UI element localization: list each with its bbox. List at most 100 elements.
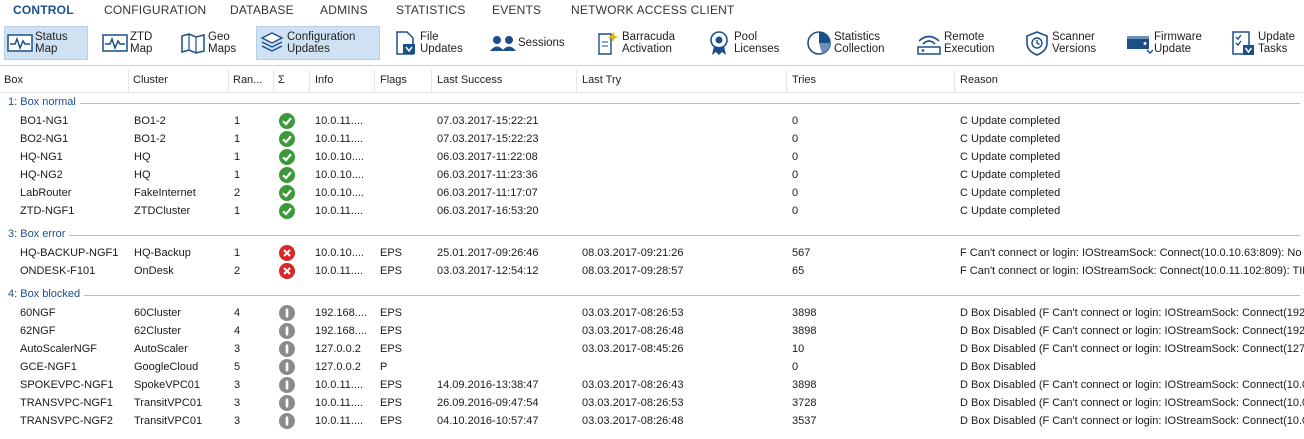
cell-cluster: BO1-2 — [134, 133, 166, 145]
ztd-map-button[interactable]: ZTD Map — [100, 26, 170, 60]
column-header-info[interactable]: Info — [315, 74, 371, 86]
check-circle-icon — [279, 185, 295, 201]
cell-last-success: 14.09.2016-13:38:47 — [437, 379, 539, 391]
cell-info: 10.0.11.... — [315, 205, 364, 217]
nav-network-access-client[interactable]: NETWORK ACCESS CLIENT — [571, 3, 735, 17]
cell-cluster: SpokeVPC01 — [134, 379, 201, 391]
geo-maps-button[interactable]: Geo Maps — [178, 26, 248, 60]
geo-maps-icon — [178, 29, 208, 57]
remote-execution-icon — [914, 29, 944, 57]
cell-tries: 0 — [792, 205, 799, 217]
table-row[interactable]: ONDESK-F101 OnDesk 2 10.0.11.... EPS 03.03.20… — [0, 262, 1304, 280]
cell-info: 127.0.0.2 — [315, 361, 361, 373]
table-row[interactable]: 62NGF 62Cluster 4 192.168.... EPS 03.03.2017-… — [0, 322, 1304, 340]
cell-last-success: 03.03.2017-12:54:12 — [437, 265, 539, 277]
cell-rank: 1 — [234, 151, 241, 163]
cell-box: SPOKEVPC-NGF1 — [20, 379, 114, 391]
cell-tries: 3537 — [792, 415, 817, 427]
table-row[interactable]: HQ-BACKUP-NGF1 HQ-Backup 1 10.0.10.... EPS 25… — [0, 244, 1304, 262]
column-header-status[interactable]: Σ — [278, 74, 304, 86]
column-header-last-success[interactable]: Last Success — [437, 74, 572, 86]
group-label: 3: Box error — [8, 228, 70, 240]
nav-database[interactable]: DATABASE — [230, 3, 294, 17]
nav-configuration[interactable]: CONFIGURATION — [104, 3, 206, 17]
group-header[interactable]: 3: Box error — [0, 226, 1304, 244]
cell-tries: 3898 — [792, 307, 817, 319]
cell-tries: 0 — [792, 133, 799, 145]
sessions-button[interactable]: Sessions — [488, 26, 572, 60]
cell-info: 10.0.10.... — [315, 187, 364, 199]
statistics-collection-button[interactable]: Statistics Collection — [804, 26, 896, 60]
nav-admins[interactable]: ADMINS — [320, 3, 368, 17]
table-row[interactable]: BO2-NG1 BO1-2 1 10.0.11.... 07.03.2017-15:22… — [0, 130, 1304, 148]
update-tasks-button[interactable]: Update Tasks — [1228, 26, 1302, 60]
cell-last-success: 26.09.2016-09:47:54 — [437, 397, 539, 409]
table-row[interactable]: TRANSVPC-NGF1 TransitVPC01 3 10.0.11.... EPS… — [0, 394, 1304, 412]
table-header: Box Cluster Ran... Σ Info Flags Last Suc… — [0, 70, 1304, 93]
cell-last-try: 03.03.2017-08:26:48 — [582, 415, 684, 427]
check-circle-icon — [279, 149, 295, 165]
table-row[interactable]: HQ-NG1 HQ 1 10.0.10.... 06.03.2017-11:22:08 0… — [0, 148, 1304, 166]
group-header[interactable]: 4: Box blocked — [0, 286, 1304, 304]
configuration-updates-button[interactable]: Configuration Updates — [256, 26, 380, 60]
cell-reason: C Update completed — [960, 115, 1061, 127]
table-row[interactable]: HQ-NG2 HQ 1 10.0.10.... 06.03.2017-11:23:36 0… — [0, 166, 1304, 184]
cell-box: GCE-NGF1 — [20, 361, 77, 373]
table-row[interactable]: ZTD-NGF1 ZTDCluster 1 10.0.11.... 06.03.2017… — [0, 202, 1304, 220]
firmware-update-button[interactable]: Firmware Update — [1124, 26, 1214, 60]
column-header-last-try[interactable]: Last Try — [582, 74, 782, 86]
column-header-rank[interactable]: Ran... — [233, 74, 271, 86]
cell-cluster: ZTDCluster — [134, 205, 191, 217]
table-row[interactable]: LabRouter FakeInternet 2 10.0.10.... 06.03.2… — [0, 184, 1304, 202]
cell-cluster: BO1-2 — [134, 115, 166, 127]
column-header-box[interactable]: Box — [4, 74, 124, 86]
blocked-icon — [279, 359, 295, 375]
nav-control[interactable]: CONTROL — [13, 3, 74, 17]
cell-reason: D Box Disabled (F Can't connect or login… — [960, 343, 1304, 355]
nav-events[interactable]: EVENTS — [492, 3, 541, 17]
column-header-flags[interactable]: Flags — [380, 74, 426, 86]
cell-tries: 0 — [792, 361, 799, 373]
top-navigation: CONTROL CONFIGURATION DATABASE ADMINS ST… — [0, 0, 1304, 22]
barracuda-activation-button[interactable]: Barracuda Activation — [592, 26, 684, 60]
column-header-tries[interactable]: Tries — [792, 74, 950, 86]
status-map-icon — [5, 29, 35, 57]
cell-reason: F Can't connect or login: IOStreamSock: … — [960, 265, 1304, 277]
cell-box: BO2-NG1 — [20, 133, 69, 145]
cell-flags: P — [380, 361, 388, 373]
cell-rank: 2 — [234, 187, 241, 199]
group-header[interactable]: 1: Box normal — [0, 94, 1304, 112]
table-row[interactable]: 60NGF 60Cluster 4 192.168.... EPS 03.03.2017-… — [0, 304, 1304, 322]
column-header-reason[interactable]: Reason — [960, 74, 1300, 86]
nav-statistics[interactable]: STATISTICS — [396, 3, 466, 17]
pool-licenses-button[interactable]: Pool Licenses — [704, 26, 786, 60]
cell-flags: EPS — [380, 379, 403, 391]
cell-rank: 3 — [234, 397, 241, 409]
table-row[interactable]: GCE-NGF1 GoogleCloud 5 127.0.0.2 P 0 D Box Dis… — [0, 358, 1304, 376]
blocked-icon — [279, 413, 295, 429]
table-row[interactable]: TRANSVPC-NGF2 TransitVPC01 3 10.0.11.... EPS… — [0, 412, 1304, 430]
cell-rank: 2 — [234, 265, 241, 277]
cell-reason: D Box Disabled (F Can't connect or login… — [960, 307, 1304, 319]
cell-last-success: 06.03.2017-11:22:08 — [437, 151, 538, 163]
cell-flags: EPS — [380, 415, 403, 427]
cell-box: ZTD-NGF1 — [20, 205, 75, 217]
file-updates-button[interactable]: File Updates — [390, 26, 470, 60]
group-divider — [8, 103, 1300, 104]
cell-last-success: 25.01.2017-09:26:46 — [437, 247, 539, 259]
remote-execution-button[interactable]: Remote Execution — [914, 26, 1004, 60]
cell-rank: 1 — [234, 169, 241, 181]
cell-flags: EPS — [380, 247, 403, 259]
table-row[interactable]: AutoScalerNGF AutoScaler 3 127.0.0.2 EPS 03.0… — [0, 340, 1304, 358]
column-header-cluster[interactable]: Cluster — [133, 74, 223, 86]
cell-tries: 0 — [792, 115, 799, 127]
cell-last-success: 06.03.2017-11:17:07 — [437, 187, 538, 199]
cell-cluster: HQ-Backup — [134, 247, 191, 259]
table-row[interactable]: BO1-NG1 BO1-2 1 10.0.11.... 07.03.2017-15:22… — [0, 112, 1304, 130]
error-x-icon — [279, 245, 295, 261]
cell-cluster: AutoScaler — [134, 343, 188, 355]
cell-last-try: 03.03.2017-08:26:48 — [582, 325, 684, 337]
scanner-versions-button[interactable]: Scanner Versions — [1022, 26, 1106, 60]
table-row[interactable]: SPOKEVPC-NGF1 SpokeVPC01 3 10.0.11.... EPS 14… — [0, 376, 1304, 394]
status-map-button[interactable]: Status Map — [4, 26, 88, 60]
